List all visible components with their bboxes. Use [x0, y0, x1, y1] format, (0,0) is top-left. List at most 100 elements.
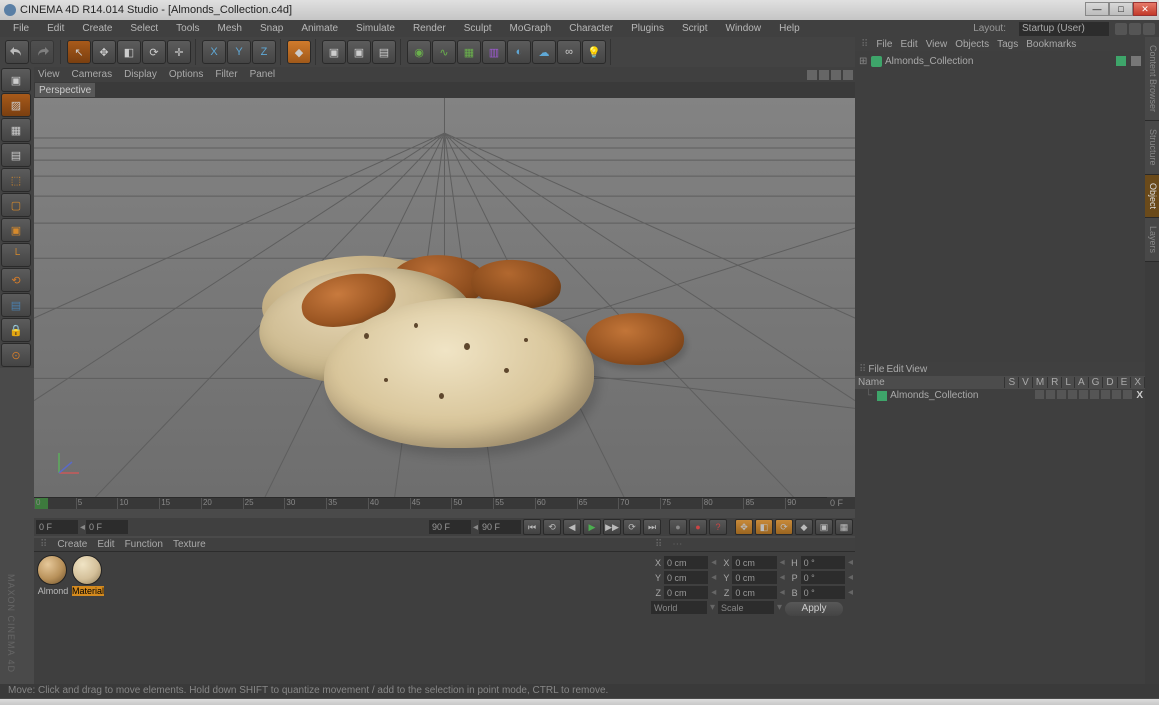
material-material[interactable]: Material [72, 555, 104, 596]
pos-key-button[interactable]: ✥ [735, 519, 753, 535]
om-menu-tags[interactable]: Tags [997, 39, 1018, 50]
menu-edit[interactable]: Edit [38, 21, 73, 36]
am-menu-edit[interactable]: Edit [886, 364, 903, 375]
menu-animate[interactable]: Animate [292, 21, 347, 36]
x-axis-button[interactable]: X [202, 40, 226, 64]
layer-flag[interactable] [1079, 390, 1088, 399]
close-button[interactable]: ✕ [1133, 2, 1157, 16]
deformer-button[interactable]: ◐ [507, 40, 531, 64]
object-tree[interactable]: ⊞ Almonds_Collection [855, 51, 1145, 71]
viewport-solo-button[interactable]: ⟲ [1, 268, 31, 292]
menu-snap[interactable]: Snap [251, 21, 292, 36]
coord-space-select[interactable]: World [651, 601, 707, 614]
param-key-button[interactable]: ◆ [795, 519, 813, 535]
minimize-button[interactable]: — [1085, 2, 1109, 16]
workplane-button[interactable]: ▤ [1, 143, 31, 167]
render-settings-button[interactable]: ▤ [372, 40, 396, 64]
y-axis-button[interactable]: Y [227, 40, 251, 64]
keyframe-sel-button[interactable]: ? [709, 519, 727, 535]
mat-menu-edit[interactable]: Edit [97, 539, 114, 550]
axis-button[interactable]: └ [1, 243, 31, 267]
om-menu-bookmarks[interactable]: Bookmarks [1026, 39, 1076, 50]
live-select-button[interactable]: ↖ [67, 40, 91, 64]
coord-system-button[interactable]: ◆ [287, 40, 311, 64]
coord-mode-select[interactable]: Scale [718, 601, 774, 614]
menu-plugins[interactable]: Plugins [622, 21, 673, 36]
vp-menu-cameras[interactable]: Cameras [72, 69, 113, 80]
goto-start-button[interactable]: ⏮ [523, 519, 541, 535]
layer-flag[interactable] [1057, 390, 1066, 399]
viewport-canvas[interactable] [34, 98, 855, 498]
om-menu-file[interactable]: File [876, 39, 892, 50]
menu-simulate[interactable]: Simulate [347, 21, 404, 36]
rotate-button[interactable]: ⟳ [142, 40, 166, 64]
menu-mesh[interactable]: Mesh [209, 21, 251, 36]
rot-key-button[interactable]: ⟳ [775, 519, 793, 535]
prev-frame-button[interactable]: ◀ [563, 519, 581, 535]
scale-button[interactable]: ◧ [117, 40, 141, 64]
opts-button[interactable]: ▦ [835, 519, 853, 535]
make-editable-button[interactable]: ▣ [1, 68, 31, 92]
info-icon[interactable] [1143, 23, 1155, 35]
pb-end-b-field[interactable]: 90 F [479, 520, 521, 534]
vp-nav2-icon[interactable] [819, 70, 829, 80]
vp-menu-panel[interactable]: Panel [250, 69, 276, 80]
model-mode-button[interactable]: ▨ [1, 93, 31, 117]
light-button[interactable]: 💡 [582, 40, 606, 64]
menu-window[interactable]: Window [717, 21, 771, 36]
menu-help[interactable]: Help [770, 21, 809, 36]
render-pv-button[interactable]: ▣ [347, 40, 371, 64]
environment-button[interactable]: ☁ [532, 40, 556, 64]
maximize-button[interactable]: □ [1109, 2, 1133, 16]
vp-menu-filter[interactable]: Filter [215, 69, 237, 80]
search-icon[interactable] [1115, 23, 1127, 35]
material-almond[interactable]: Almond [37, 555, 69, 596]
scale-key-button[interactable]: ◧ [755, 519, 773, 535]
attr-row[interactable]: └ Almonds_Collection X [855, 389, 1145, 402]
polygons-mode-button[interactable]: ▣ [1, 218, 31, 242]
timeline[interactable]: 0 5 10 15 20 25 30 35 40 45 50 55 60 65 … [34, 497, 855, 509]
menu-script[interactable]: Script [673, 21, 717, 36]
autokey-button[interactable]: ● [689, 519, 707, 535]
vp-nav1-icon[interactable] [807, 70, 817, 80]
edges-mode-button[interactable]: ▢ [1, 193, 31, 217]
prev-key-button[interactable]: ⟲ [543, 519, 561, 535]
tab-content-browser[interactable]: Content Browser [1145, 37, 1159, 121]
camera-button[interactable]: ∞ [557, 40, 581, 64]
layer-flag[interactable] [1068, 390, 1077, 399]
coord-x-size[interactable]: 0 cm [732, 556, 776, 569]
expand-icon[interactable]: ⊞ [859, 56, 868, 67]
coord-y-size[interactable]: 0 cm [732, 571, 776, 584]
next-frame-button[interactable]: ▶▶ [603, 519, 621, 535]
om-menu-edit[interactable]: Edit [900, 39, 917, 50]
undo-button[interactable] [5, 40, 29, 64]
move-button[interactable]: ✥ [92, 40, 116, 64]
layer-flag[interactable] [1035, 390, 1044, 399]
layout-select[interactable]: Startup (User) [1019, 22, 1109, 36]
pb-start-field[interactable]: 0 F [36, 520, 78, 534]
lock-button[interactable]: 🔒 [1, 318, 31, 342]
mat-menu-function[interactable]: Function [125, 539, 163, 550]
menu-select[interactable]: Select [121, 21, 167, 36]
coord-z-pos[interactable]: 0 cm [664, 586, 708, 599]
vp-menu-options[interactable]: Options [169, 69, 203, 80]
vp-nav3-icon[interactable] [831, 70, 841, 80]
mat-menu-create[interactable]: Create [57, 539, 87, 550]
texture-mode-button[interactable]: ▦ [1, 118, 31, 142]
last-tool-button[interactable]: ✛ [167, 40, 191, 64]
redo-button[interactable] [30, 40, 54, 64]
layer-flag[interactable] [1046, 390, 1055, 399]
attr-row-name[interactable]: Almonds_Collection [890, 390, 978, 401]
next-key-button[interactable]: ⟳ [623, 519, 641, 535]
layer-flag[interactable] [1112, 390, 1121, 399]
am-menu-view[interactable]: View [906, 364, 928, 375]
render-tag[interactable] [1131, 56, 1141, 66]
array-button[interactable]: ▥ [482, 40, 506, 64]
mat-menu-texture[interactable]: Texture [173, 539, 206, 550]
layer-flag[interactable] [1101, 390, 1110, 399]
om-menu-view[interactable]: View [926, 39, 948, 50]
menu-file[interactable]: File [4, 21, 38, 36]
tab-structure[interactable]: Structure [1145, 121, 1159, 175]
am-menu-file[interactable]: File [868, 364, 884, 375]
om-menu-objects[interactable]: Objects [955, 39, 989, 50]
